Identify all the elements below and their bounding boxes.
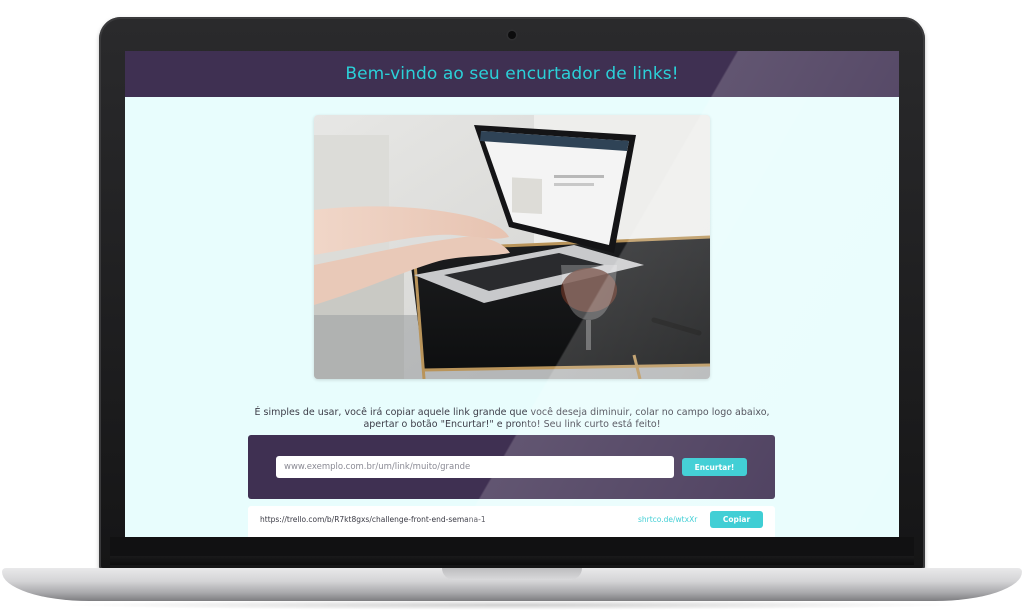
short-url-link[interactable]: shrtco.de/wtxXr: [638, 515, 697, 524]
shorten-button[interactable]: Encurtar!: [682, 458, 747, 476]
url-input[interactable]: [276, 456, 674, 478]
laptop-photo-illustration: [314, 115, 710, 379]
page-header: Bem-vindo ao seu encurtador de links!: [125, 51, 899, 97]
laptop-shadow: [60, 600, 964, 610]
original-url: https://trello.com/b/R7kt8gxs/challenge-…: [260, 515, 486, 524]
usage-description: É simples de usar, você irá copiar aquel…: [254, 406, 770, 430]
copy-button[interactable]: Copiar: [710, 511, 763, 528]
hero-image: [314, 115, 710, 379]
browser-viewport: Bem-vindo ao seu encurtador de links! É …: [125, 51, 899, 537]
webcam-icon: [508, 31, 516, 39]
laptop-notch: [442, 568, 582, 580]
page-title: Bem-vindo ao seu encurtador de links!: [345, 64, 679, 84]
result-item: https://trello.com/b/R7kt8gxs/challenge-…: [248, 506, 775, 537]
laptop-hinge: [110, 556, 914, 565]
shorten-form: Encurtar!: [248, 435, 775, 499]
